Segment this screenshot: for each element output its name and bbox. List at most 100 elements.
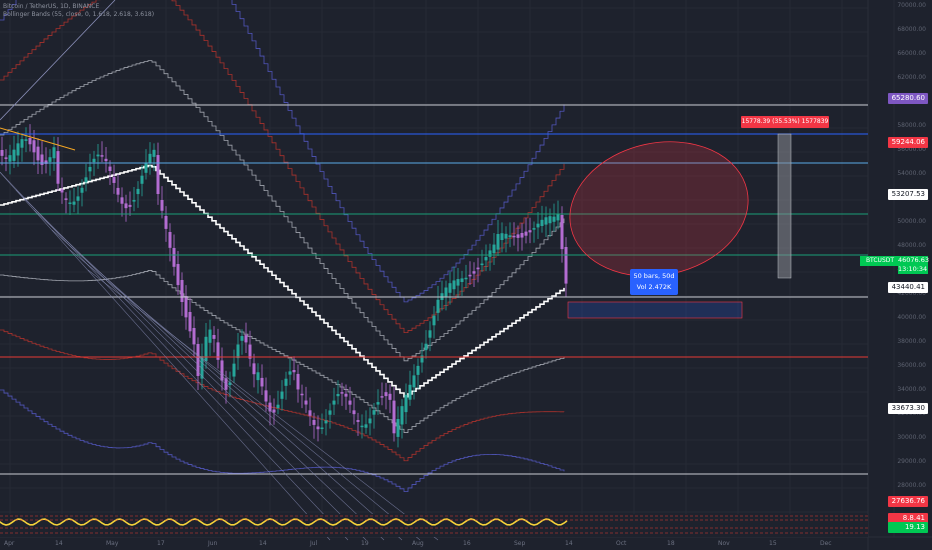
candle-body: [388, 393, 392, 400]
candle-body: [472, 271, 476, 274]
candle-body: [100, 155, 104, 157]
candle-body: [260, 377, 264, 387]
candle-body: [492, 244, 496, 254]
candle-body: [536, 223, 540, 228]
price-tick-label: 40000.00: [897, 314, 926, 321]
candle-body: [56, 151, 60, 184]
candle-body: [80, 187, 84, 193]
candle-body: [380, 396, 384, 398]
candle-body: [72, 201, 76, 205]
measure-label: 15778.39 (35.53%) 1577839: [741, 116, 829, 128]
measure-range: [777, 133, 792, 279]
chart-window: Bitcoin / TetherUS, 1D, BINANCE Bollinge…: [0, 0, 932, 550]
ticker-tag[interactable]: BTCUSDT: [860, 256, 900, 266]
last-price: 46076.63: [898, 256, 930, 264]
candle-body: [308, 410, 312, 416]
price-tag: 19.13: [888, 522, 928, 533]
candle-body: [460, 278, 464, 282]
candle-body: [76, 196, 80, 201]
candle-body: [144, 163, 148, 173]
candle-body: [152, 149, 156, 157]
channel-line: [0, 171, 331, 541]
price-tick-label: 29000.00: [897, 458, 926, 465]
price-tick-label: 54000.00: [897, 170, 926, 177]
price-tick-label: 70000.00: [897, 2, 926, 9]
time-tick-label: Sep: [514, 540, 526, 547]
time-tick-label: Oct: [616, 540, 627, 547]
candle-body: [288, 371, 292, 375]
channel-line: [69, 249, 421, 541]
candle-body: [52, 147, 56, 159]
candle-body: [304, 400, 308, 405]
candle-body: [428, 330, 432, 338]
candle-body: [336, 393, 340, 397]
candle-body: [8, 155, 12, 162]
time-tick-label: May: [106, 540, 119, 547]
candle-body: [488, 250, 492, 257]
price-tag: 59244.06: [888, 137, 928, 148]
candle-body: [104, 158, 108, 162]
candle-body: [508, 235, 512, 238]
candle-body: [340, 392, 344, 394]
candle-body: [0, 150, 4, 156]
price-chart[interactable]: [0, 0, 932, 550]
candle-body: [316, 426, 320, 430]
candle-body: [48, 157, 52, 162]
date-range-box: [567, 301, 743, 319]
candle-body: [280, 391, 284, 399]
candle-body: [320, 427, 324, 430]
candle-body: [540, 219, 544, 226]
indicator-title[interactable]: Bollinger Bands (55, close, 0, 1.618, 2.…: [3, 11, 154, 19]
price-tick-label: 36000.00: [897, 362, 926, 369]
candle-body: [476, 267, 480, 270]
last-price-tag: 46076.63 13:10:34: [898, 256, 930, 274]
candle-body: [180, 280, 184, 302]
candle-body: [232, 363, 236, 377]
bars-count: 50 bars, 50d: [633, 272, 675, 280]
channel-line: [33, 209, 385, 541]
candle-body: [172, 248, 176, 267]
candle-body: [444, 287, 448, 297]
bars-info-box: 50 bars, 50d Vol 2.472K: [630, 269, 678, 295]
bars-volume: Vol 2.472K: [636, 283, 672, 291]
bollinger-band: [0, 60, 565, 362]
candle-body: [32, 140, 36, 153]
candle-body: [140, 175, 144, 184]
candle-body: [360, 425, 364, 428]
price-tick-label: 66000.00: [897, 50, 926, 57]
price-tick-label: 38000.00: [897, 338, 926, 345]
candle-body: [28, 138, 32, 145]
price-tick-label: 48000.00: [897, 242, 926, 249]
candle-body: [188, 312, 192, 332]
candle-body: [24, 139, 28, 141]
price-tick-label: 50000.00: [897, 218, 926, 225]
time-tick-label: 14: [565, 540, 573, 547]
candle-body: [408, 384, 412, 400]
candle-body: [356, 420, 360, 422]
price-tick-label: 58000.00: [897, 122, 926, 129]
candle-body: [116, 187, 120, 195]
time-tick-label: Aug: [412, 540, 424, 547]
candle-body: [544, 217, 548, 225]
candle-body: [496, 234, 500, 250]
candle-body: [292, 370, 296, 373]
price-tick-label: 30000.00: [897, 434, 926, 441]
candle-body: [284, 378, 288, 386]
price-tag: 53207.53: [888, 189, 928, 200]
candle-body: [396, 419, 400, 437]
candle-body: [192, 328, 196, 345]
candle-body: [364, 424, 368, 428]
candle-body: [512, 235, 516, 238]
candle-body: [12, 149, 16, 161]
candle-body: [244, 335, 248, 343]
candle-body: [392, 400, 396, 434]
candle-body: [296, 373, 300, 390]
chart-header: Bitcoin / TetherUS, 1D, BINANCE Bollinge…: [3, 3, 154, 19]
symbol-title[interactable]: Bitcoin / TetherUS, 1D, BINANCE: [3, 3, 154, 11]
candle-body: [64, 198, 68, 200]
time-tick-label: Dec: [820, 540, 832, 547]
candle-body: [424, 343, 428, 351]
time-tick-label: Nov: [718, 540, 730, 547]
candle-body: [176, 264, 180, 286]
candle-body: [560, 215, 564, 250]
